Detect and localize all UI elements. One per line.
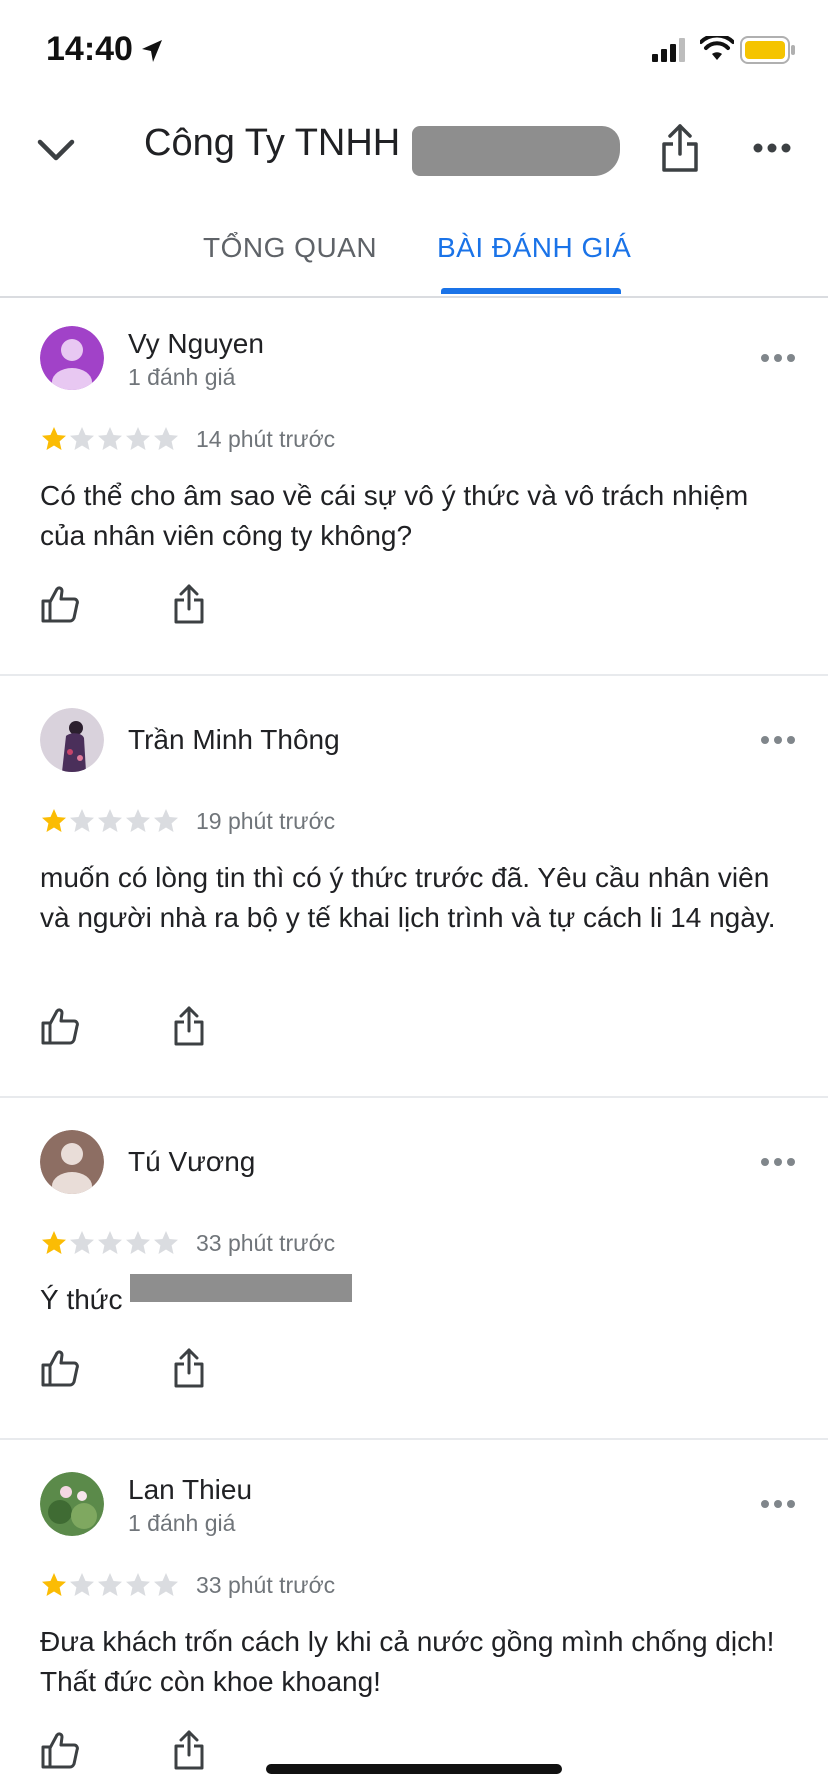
review-time: 33 phút trước <box>196 1572 336 1598</box>
avatar-background <box>40 1472 104 1536</box>
more-options-icon[interactable] <box>760 1498 796 1510</box>
review-time: 33 phút trước <box>196 1230 336 1256</box>
tab-reviews[interactable]: BÀI ĐÁNH GIÁ <box>437 232 631 264</box>
place-header: Công Ty TNHH <box>0 100 828 200</box>
thumbs-up-icon[interactable] <box>40 1006 80 1046</box>
star-rating <box>42 1231 178 1254</box>
more-options-icon[interactable] <box>760 352 796 364</box>
review-card: Lan Thieu 1 đánh giá 33 phút trước Đưa k… <box>0 1440 828 1792</box>
more-options-icon[interactable] <box>752 140 792 156</box>
star-rating <box>42 427 178 450</box>
review-time: 19 phút trước <box>196 808 336 834</box>
reviewer-name[interactable]: Lan Thieu <box>128 1474 252 1506</box>
tab-bar: TỔNG QUAN BÀI ĐÁNH GIÁ <box>0 200 828 298</box>
more-options-icon[interactable] <box>760 734 796 746</box>
review-text: Có thể cho âm sao về cái sự vô ý thức và… <box>40 480 749 551</box>
star-rating <box>42 1573 178 1596</box>
reviewer-review-count: 1 đánh giá <box>128 364 236 390</box>
chevron-down-icon[interactable] <box>34 128 78 172</box>
battery-icon <box>740 36 795 64</box>
avatar[interactable] <box>40 326 104 390</box>
review-card: Trần Minh Thông 19 phút trước muốn có lò… <box>0 676 828 1098</box>
reviewer-name[interactable]: Trần Minh Thông <box>128 724 340 756</box>
home-indicator[interactable] <box>266 1764 562 1774</box>
share-icon[interactable] <box>172 1729 206 1771</box>
share-icon[interactable] <box>172 1347 206 1389</box>
thumbs-up-icon[interactable] <box>40 584 80 624</box>
status-time: 14:40 <box>46 30 133 68</box>
share-icon[interactable] <box>172 1005 206 1047</box>
review-time: 14 phút trước <box>196 426 336 452</box>
redaction-mark <box>130 1274 352 1302</box>
share-icon[interactable] <box>172 583 206 625</box>
avatar[interactable] <box>40 1130 104 1194</box>
reviewer-review-count: 1 đánh giá <box>128 1510 236 1536</box>
star-rating <box>42 809 178 832</box>
status-bar: 14:40 <box>0 0 828 100</box>
avatar[interactable] <box>40 1472 104 1536</box>
thumbs-up-icon[interactable] <box>40 1730 80 1770</box>
tab-overview[interactable]: TỔNG QUAN <box>203 232 377 264</box>
review-text: Đưa khách trốn cách ly khi cả nước gồng … <box>40 1626 775 1697</box>
cellular-signal-icon <box>652 38 685 62</box>
review-card: Vy Nguyen 1 đánh giá 14 phút trước Có th… <box>0 298 828 676</box>
avatar[interactable] <box>40 708 104 772</box>
active-tab-indicator <box>441 288 621 294</box>
wifi-icon <box>700 36 734 60</box>
redaction-mark <box>412 126 620 176</box>
more-options-icon[interactable] <box>760 1156 796 1168</box>
share-icon[interactable] <box>658 122 702 174</box>
review-text: muốn có lòng tin thì có ý thức trước đã.… <box>40 862 776 933</box>
reviewer-name[interactable]: Tú Vương <box>128 1146 255 1178</box>
reviewer-name[interactable]: Vy Nguyen <box>128 328 264 360</box>
place-title: Công Ty TNHH <box>144 122 401 164</box>
location-arrow-icon <box>142 40 162 62</box>
review-card: Tú Vương 33 phút trước Ý thức <box>0 1098 828 1440</box>
thumbs-up-icon[interactable] <box>40 1348 80 1388</box>
